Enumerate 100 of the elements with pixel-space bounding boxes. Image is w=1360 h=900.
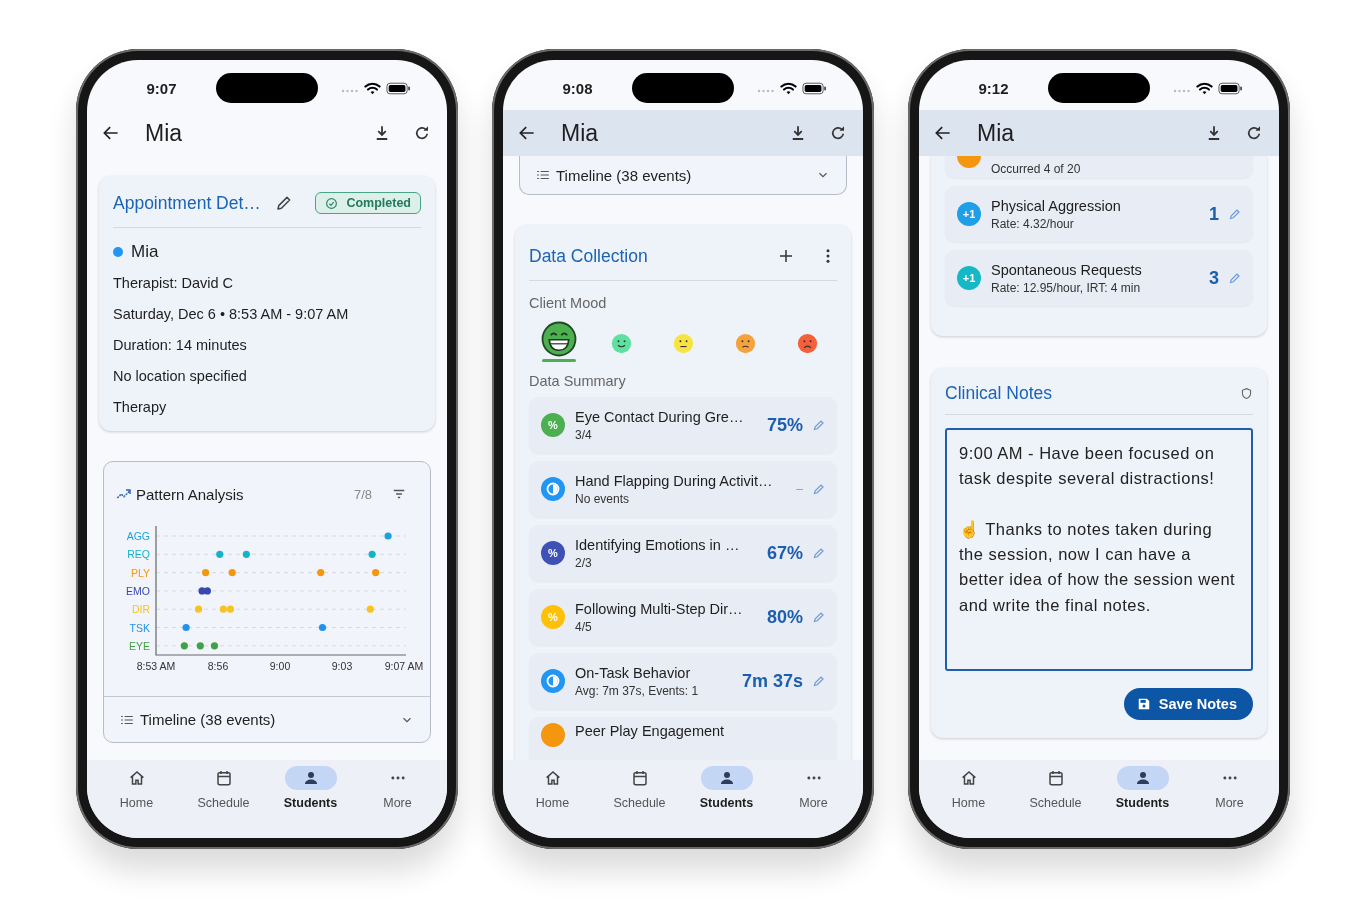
save-button[interactable]: Save Notes [1123,688,1253,720]
nav-tab[interactable]: Schedule [1012,766,1099,814]
client-dot [113,247,123,257]
item-value: 1 [1208,203,1219,225]
more-icon [806,776,821,780]
item-subtitle: Rate: 12.95/hour, IRT: 4 min [991,280,1142,295]
check-circle-icon [325,196,339,210]
item-title: Peer Play Engagement [575,723,725,739]
summary-row[interactable]: On-Task Behavior Avg: 7m 37s, Events: 1 7m 37s [529,653,837,709]
type-badge: % [541,605,565,629]
pattern-count: 7/8 [353,486,372,502]
type-badge: +1 [957,202,981,226]
refresh-icon[interactable] [829,124,847,142]
battery-icon [1217,81,1243,95]
calendar-icon [1046,769,1065,787]
timeline-toggle[interactable]: Timeline (38 events) [519,156,847,195]
item-value: 67% [765,542,803,564]
time-label: 8:56 [207,660,229,672]
nav-tab[interactable]: More [770,766,857,814]
section-title: Pattern Analysis [136,485,244,503]
item-subtitle: 3/4 [575,427,593,442]
item-title: Eye Contact During Gre… [575,408,744,425]
summary-row[interactable]: +1 Spontaneous Requests Rate: 12.95/hour, IRT: 4 min 3 [945,250,1253,306]
item-value: – [795,482,803,496]
screen-title: Mia [145,119,184,147]
row-label: AGG [126,530,150,542]
more-icon [390,776,405,780]
summary-row[interactable]: % Following Multi-Step Dir… 4/5 80% [529,589,837,645]
card-title: Data Collection [529,245,648,267]
nav-tab[interactable]: Students [267,766,354,814]
shield-icon [1240,386,1253,400]
item-title: Spontaneous Requests [991,261,1142,278]
nav-tab[interactable]: Students [1099,766,1186,814]
calendar-icon [214,769,233,787]
row-label: REQ [127,548,150,561]
calendar-icon [630,769,649,787]
summary-row[interactable]: % Eye Contact During Gre… 3/4 75% [529,397,837,453]
detail-text: No location specified [113,367,248,386]
item-subtitle: Occurred 4 of 20 [991,162,1081,176]
card-title: Appointment Det… [113,192,261,214]
nav-tab[interactable]: Home [509,766,596,814]
wifi-icon [363,81,381,95]
item-subtitle: 2/3 [575,555,593,570]
summary-row[interactable]: Hand Flapping During Activit… No events – [529,461,837,517]
client-name: Mia [131,242,159,262]
nav-tab[interactable]: More [354,766,441,814]
nav-tab[interactable]: Students [683,766,770,814]
summary-row[interactable]: Occurred 4 of 20 [945,156,1253,178]
more-icon [1222,776,1237,780]
type-badge: +1 [957,266,981,290]
row-label: DIR [131,603,150,616]
item-subtitle: No events [575,491,631,506]
notes-field[interactable]: 9:00 AM - Have been focused on task despite several distractions! ☝ Thanks to notes taken during the session, now I can have a better idea of how the session went and write the final notes. [945,428,1253,671]
screen-title: Mia [561,119,600,147]
section-label: Client Mood [529,295,608,311]
row-label: PLY [130,566,150,579]
time-label: 9:00 [269,660,291,672]
nav-tab[interactable]: Home [93,766,180,814]
nav-tab[interactable]: Home [925,766,1012,814]
type-badge: % [541,413,565,437]
item-value: 75% [765,414,803,436]
time-label: 9:03 [331,660,353,672]
summary-row[interactable]: +1 Physical Aggression Rate: 4.32/hour 1 [945,186,1253,242]
list-icon [536,168,550,182]
plus-icon[interactable] [777,247,795,265]
nav-tab[interactable]: Schedule [180,766,267,814]
time-label: 8:53 AM [136,660,176,672]
status-time: 9:07 [146,79,177,97]
nav-tab[interactable]: More [1186,766,1273,814]
item-title: Identifying Emotions in … [575,536,740,553]
summary-row[interactable]: % Identifying Emotions in … 2/3 67% [529,525,837,581]
item-value: 7m 37s [740,670,803,692]
time-label: 9:07 AM [384,660,424,672]
battery-icon [801,81,827,95]
item-value: 80% [765,606,803,628]
signal-icon [1172,89,1191,93]
detail-text: Saturday, Dec 6 • 8:53 AM - 9:07 AM [113,305,350,324]
wifi-icon [779,81,797,95]
nav-tab[interactable]: Schedule [596,766,683,814]
status-time: 9:12 [978,79,1009,97]
filter-icon[interactable] [392,487,406,501]
row-label: EMO [126,584,150,597]
timeline-toggle[interactable]: Timeline (38 events) [104,696,430,742]
detail-text: Therapist: David C [113,274,235,293]
summary-row[interactable]: Peer Play Engagement [529,717,837,760]
item-title: Physical Aggression [991,197,1121,214]
type-badge: % [541,541,565,565]
refresh-icon[interactable] [413,124,431,142]
detail-text: Therapy [113,398,168,417]
item-subtitle: Rate: 4.32/hour [991,216,1075,231]
item-title: On-Task Behavior [575,664,692,681]
signal-icon [340,89,359,93]
screen-title: Mia [977,119,1016,147]
refresh-icon[interactable] [1245,124,1263,142]
item-subtitle: 4/5 [575,619,593,634]
detail-text: Duration: 14 minutes [113,336,248,355]
status-text: Completed [346,196,411,210]
row-label: EYE [129,639,150,652]
status-time: 9:08 [562,79,593,97]
pencil-icon[interactable] [274,194,293,212]
